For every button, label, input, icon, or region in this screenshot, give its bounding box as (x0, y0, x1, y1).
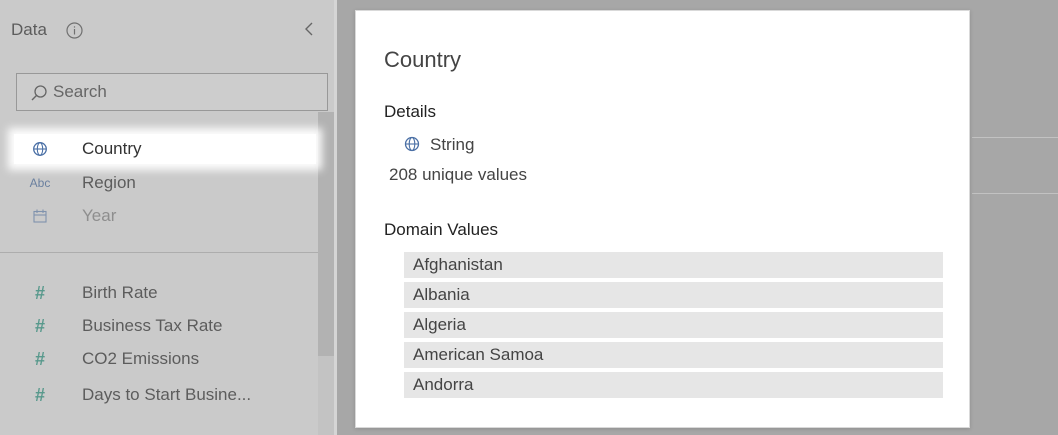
domain-value-row: Andorra (404, 372, 943, 398)
globe-icon (404, 136, 420, 152)
field-label: CO2 Emissions (82, 349, 200, 368)
field-label: Business Tax Rate (82, 316, 223, 335)
unique-values-count: 208 unique values (389, 165, 528, 184)
globe-icon (33, 142, 47, 156)
card-title: Country (384, 47, 462, 72)
domain-value-row: American Samoa (404, 342, 943, 368)
field-days-to-start-business[interactable]: # Days to Start Busine... (14, 380, 316, 410)
field-list: Country Abc Region Year # Birth Rate # B… (0, 0, 318, 435)
hash-icon: # (34, 349, 46, 369)
field-label: Country (82, 139, 142, 158)
canvas-divider-line (972, 193, 1058, 194)
field-label: Days to Start Busine... (82, 385, 252, 404)
field-label: Year (82, 206, 117, 225)
hash-icon: # (34, 283, 46, 303)
canvas-divider-line (972, 137, 1058, 138)
field-business-tax-rate[interactable]: # Business Tax Rate (14, 311, 316, 341)
field-co2-emissions[interactable]: # CO2 Emissions (14, 344, 316, 374)
field-region[interactable]: Abc Region (14, 168, 316, 198)
field-label: Region (82, 173, 136, 192)
domain-value-row: Albania (404, 282, 943, 308)
abc-icon: Abc (29, 176, 51, 190)
calendar-icon (33, 209, 47, 223)
data-pane: Data Country Abc Region (0, 0, 334, 435)
domain-values-heading: Domain Values (384, 220, 499, 239)
domain-values-list: Afghanistan Albania Algeria American Sam… (404, 252, 943, 402)
hash-icon: # (34, 385, 46, 405)
domain-value-row: Afghanistan (404, 252, 943, 278)
field-label: Birth Rate (82, 283, 158, 302)
details-heading: Details (384, 102, 436, 121)
data-type-label: String (430, 135, 475, 154)
field-country[interactable]: Country (14, 134, 316, 164)
field-birth-rate[interactable]: # Birth Rate (14, 278, 316, 308)
domain-value-row: Algeria (404, 312, 943, 338)
hash-icon: # (34, 316, 46, 336)
field-details-card: Country Details String 208 unique values… (355, 10, 970, 428)
scrollbar-thumb[interactable] (318, 112, 334, 356)
dimensions-measures-divider (0, 252, 318, 253)
pane-separator (334, 0, 337, 435)
field-year[interactable]: Year (14, 201, 316, 231)
